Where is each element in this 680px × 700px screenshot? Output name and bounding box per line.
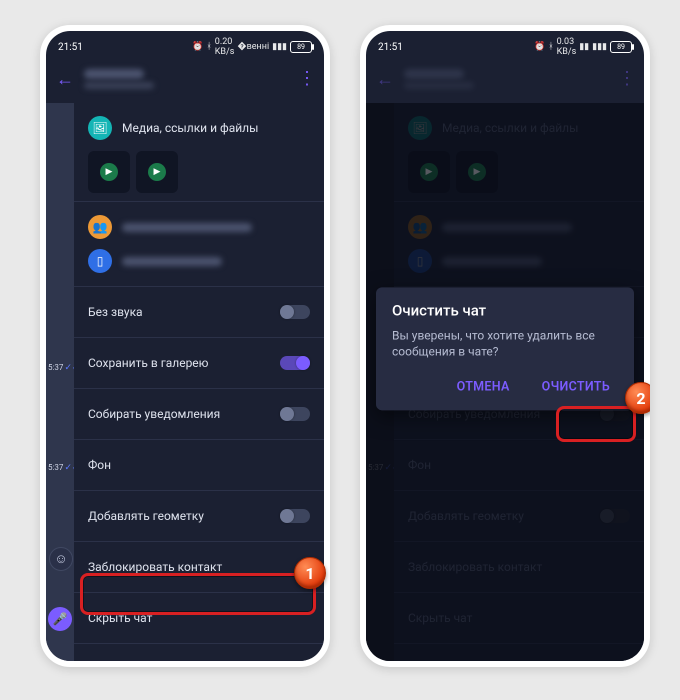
signal-icon: ▮▮▮ [592,42,607,52]
phone-step1: 21:51 ⏰ ᚼ 0.20KB/s �венні ▮▮▮ 89 ← ⋮ [40,25,330,667]
contact-status-blurred [84,82,154,89]
background-row[interactable]: Фон [74,439,324,490]
group-link[interactable]: 👥 [88,210,310,244]
play-icon: ▶ [100,163,118,181]
wifi-icon: ▮▮ [579,42,589,52]
bluetooth-icon: ᚼ [548,42,553,52]
net-speed-icon: 0.20KB/s [215,37,235,57]
bluetooth-icon: ᚼ [206,42,211,52]
clear-chat-dialog: Очистить чат Вы уверены, что хотите удал… [376,287,634,410]
dialog-actions: ОТМЕНА ОЧИСТИТЬ [392,373,618,400]
save-gallery-row[interactable]: Сохранить в галерею [74,337,324,388]
linked-section: 👥 ▯ [74,201,324,286]
net-speed-icon: 0.03KB/s [557,37,577,57]
block-label: Заблокировать контакт [88,560,222,574]
chat-preview-strip: 5:37✓✓ 5:37✓✓ ☺ 🎤 [46,103,75,661]
dialog-cancel-button[interactable]: ОТМЕНА [449,373,518,400]
chat-title[interactable] [84,69,288,89]
media-section[interactable]: 🖼 Медиа, ссылки и файлы ▶ ▶ [74,103,324,201]
geotag-toggle[interactable] [280,509,310,523]
notifications-toggle[interactable] [280,407,310,421]
media-icon: 🖼 [88,116,112,140]
status-right: ⏰ ᚼ 0.20KB/s �венні ▮▮▮ 89 [192,37,312,57]
device-icon: ▯ [88,249,112,273]
mute-label: Без звука [88,305,143,319]
hide-chat-label: Скрыть чат [88,611,152,625]
status-bar: 21:51 ⏰ ᚼ 0.20KB/s �венні ▮▮▮ 89 [46,31,324,57]
delete-all-messages-row[interactable]: Удалить все сообщения [74,643,324,661]
dialog-title: Очистить чат [392,301,618,319]
content: 5:37✓✓ 🖼 Медиа, ссылки и файлы ▶ ▶ [366,103,644,661]
media-thumb[interactable]: ▶ [136,151,178,193]
play-icon: ▶ [148,163,166,181]
contact-name-blurred [404,69,464,79]
device-name-blurred [122,257,222,266]
media-label: Медиа, ссылки и файлы [122,121,258,135]
phone-step2: 21:51 ⏰ ᚼ 0.03KB/s ▮▮ ▮▮▮ 89 ← ⋮ [360,25,650,667]
contact-status-blurred [404,82,474,89]
status-time: 21:51 [378,42,403,53]
step2-badge: 2 [625,382,650,414]
wifi-icon: �венні [237,42,269,52]
status-time: 21:51 [58,42,83,53]
dialog-body: Вы уверены, что хотите удалить все сообщ… [392,327,618,359]
voice-button[interactable]: 🎤 [48,607,72,631]
app-header: ← ⋮ [366,57,644,101]
notifications-label: Собирать уведомления [88,407,220,421]
back-button: ← [376,69,394,90]
battery-icon: 89 [290,41,312,53]
geotag-row[interactable]: Добавлять геометку [74,490,324,541]
contact-name-blurred [84,69,144,79]
block-row[interactable]: Заблокировать контакт [74,541,324,592]
hide-chat-row[interactable]: Скрыть чат [74,592,324,643]
save-gallery-label: Сохранить в галерею [88,356,208,370]
menu-button[interactable]: ⋮ [298,70,314,88]
chat-settings-panel: 🖼 Медиа, ссылки и файлы ▶ ▶ 👥 [74,103,324,661]
tutorial-canvas: 21:51 ⏰ ᚼ 0.20KB/s �венні ▮▮▮ 89 ← ⋮ [0,0,680,700]
media-thumbs: ▶ ▶ [88,151,310,193]
status-right: ⏰ ᚼ 0.03KB/s ▮▮ ▮▮▮ 89 [534,37,632,57]
screen: 21:51 ⏰ ᚼ 0.03KB/s ▮▮ ▮▮▮ 89 ← ⋮ [366,31,644,661]
battery-icon: 89 [610,41,632,53]
dialog-confirm-button[interactable]: ОЧИСТИТЬ [534,373,618,400]
notifications-row[interactable]: Собирать уведомления [74,388,324,439]
alarm-icon: ⏰ [192,42,203,52]
chat-title [404,69,608,89]
attach-button[interactable]: ☺ [49,547,73,571]
save-gallery-toggle[interactable] [280,356,310,370]
step1-badge: 1 [294,557,326,589]
menu-button: ⋮ [618,70,634,88]
group-icon: 👥 [88,215,112,239]
media-thumb[interactable]: ▶ [88,151,130,193]
group-name-blurred [122,223,252,232]
status-bar: 21:51 ⏰ ᚼ 0.03KB/s ▮▮ ▮▮▮ 89 [366,31,644,57]
geotag-label: Добавлять геометку [88,509,204,523]
content: 5:37✓✓ 5:37✓✓ ☺ 🎤 🖼 Медиа, ссылки и файл… [46,103,324,661]
screen: 21:51 ⏰ ᚼ 0.20KB/s �венні ▮▮▮ 89 ← ⋮ [46,31,324,661]
mute-toggle[interactable] [280,305,310,319]
signal-icon: ▮▮▮ [272,42,287,52]
back-button[interactable]: ← [56,69,74,90]
device-link[interactable]: ▯ [88,244,310,278]
mute-row[interactable]: Без звука [74,286,324,337]
alarm-icon: ⏰ [534,42,545,52]
app-header: ← ⋮ [46,57,324,101]
background-label: Фон [88,458,111,472]
